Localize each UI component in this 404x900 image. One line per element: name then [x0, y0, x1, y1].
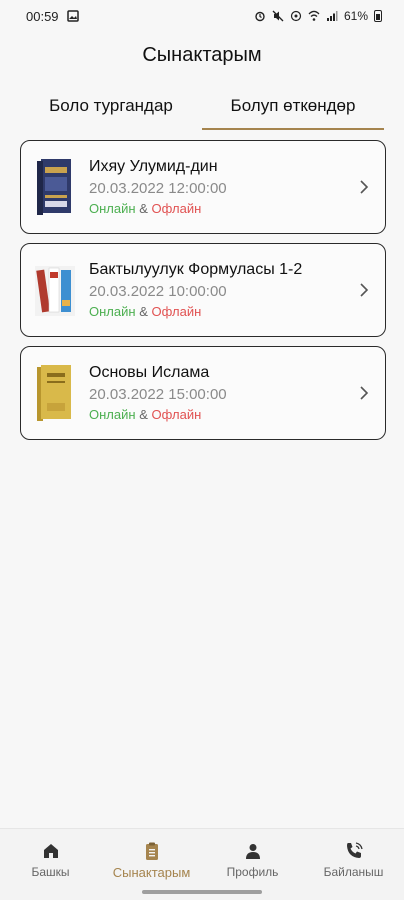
nav-contact[interactable]: Байланыш	[303, 829, 404, 900]
online-label: Онлайн	[89, 407, 136, 422]
clock: 00:59	[26, 8, 59, 24]
status-right: 61%	[254, 9, 382, 23]
tab-bar: Боло тургандар Болуп өткөндөр	[20, 90, 384, 130]
page-title: Сынактарым	[142, 44, 262, 66]
test-info: Основы Ислама 20.03.2022 15:00:00 Онлайн…	[89, 364, 385, 422]
mute-icon	[272, 10, 284, 22]
offline-label: Офлайн	[151, 407, 202, 422]
ampersand: &	[139, 201, 148, 216]
test-list: Ихяу Улумид-дин 20.03.2022 12:00:00 Онла…	[20, 140, 386, 449]
offline-label: Офлайн	[151, 304, 202, 319]
nav-home-label: Башкы	[31, 865, 70, 879]
signal-icon	[326, 11, 338, 21]
battery-percent: 61%	[343, 9, 368, 23]
test-title: Ихяу Улумид-дин	[89, 158, 218, 175]
nav-profile-label: Профиль	[226, 865, 279, 879]
tab-upcoming[interactable]: Боло тургандар	[20, 90, 202, 130]
book-cover-icon	[35, 266, 75, 316]
chevron-right-icon	[360, 386, 369, 400]
chevron-right-icon	[360, 180, 369, 194]
test-modes: Онлайн & Офлайн	[89, 407, 385, 422]
test-modes: Онлайн & Офлайн	[89, 201, 385, 216]
test-modes: Онлайн & Офлайн	[89, 304, 385, 319]
bottom-nav: Башкы Сынактарым Профиль Байланыш	[0, 828, 404, 900]
alarm-icon	[255, 11, 265, 22]
test-date: 20.03.2022 10:00:00	[89, 283, 227, 300]
person-icon	[245, 844, 260, 859]
phone-icon	[346, 842, 363, 858]
status-bar: 00:59 61%	[0, 0, 404, 32]
chevron-right-icon	[360, 283, 369, 297]
book-cover-icon	[37, 159, 71, 215]
hotspot-icon	[290, 10, 302, 22]
test-title: Бактылуулук Формуласы 1-2	[89, 261, 303, 278]
clipboard-icon	[145, 842, 158, 860]
nav-home[interactable]: Башкы	[0, 829, 101, 900]
online-label: Онлайн	[89, 201, 136, 216]
nav-tests-label: Сынактарым	[112, 865, 191, 880]
ampersand: &	[139, 304, 148, 319]
gallery-icon	[66, 10, 79, 22]
wifi-icon	[308, 10, 320, 21]
battery-icon	[374, 10, 382, 22]
home-icon	[43, 844, 58, 858]
test-info: Бактылуулук Формуласы 1-2 20.03.2022 10:…	[89, 261, 385, 319]
test-card[interactable]: Ихяу Улумид-дин 20.03.2022 12:00:00 Онла…	[20, 140, 386, 234]
test-date: 20.03.2022 15:00:00	[89, 386, 227, 403]
test-date: 20.03.2022 12:00:00	[89, 180, 227, 197]
status-left: 00:59	[26, 9, 79, 24]
ampersand: &	[139, 407, 148, 422]
test-info: Ихяу Улумид-дин 20.03.2022 12:00:00 Онла…	[89, 158, 385, 216]
test-card[interactable]: Основы Ислама 20.03.2022 15:00:00 Онлайн…	[20, 346, 386, 440]
offline-label: Офлайн	[151, 201, 202, 216]
home-indicator[interactable]	[142, 890, 262, 894]
nav-contact-label: Байланыш	[323, 865, 384, 879]
test-card[interactable]: Бактылуулук Формуласы 1-2 20.03.2022 10:…	[20, 243, 386, 337]
test-title: Основы Ислама	[89, 364, 210, 381]
online-label: Онлайн	[89, 304, 136, 319]
book-cover-icon	[37, 365, 71, 421]
tab-past[interactable]: Болуп өткөндөр	[202, 90, 384, 130]
